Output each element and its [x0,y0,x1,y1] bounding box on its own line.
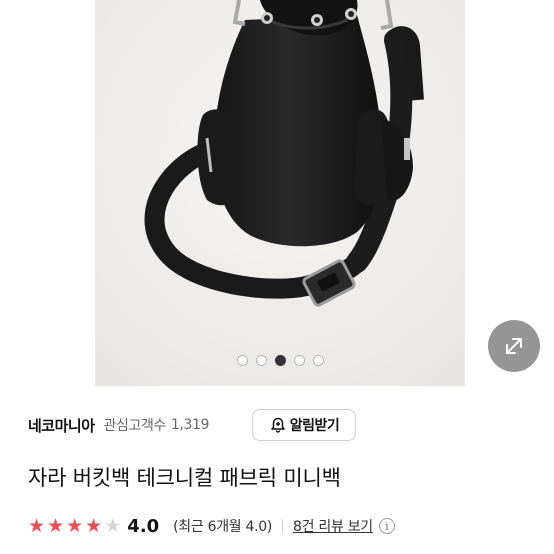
info-icon[interactable]: i [378,518,395,534]
product-title: 자라 버킷백 테크니컬 패브릭 미니백 [28,466,341,490]
alert-subscribe-button[interactable]: 알림받기 [252,409,356,441]
star-filled-icon: ★ [28,514,46,537]
product-image-gallery[interactable] [95,0,465,386]
product-photo [95,0,465,386]
alert-button-label: 알림받기 [289,418,340,434]
expand-image-button[interactable] [488,320,540,372]
recent-rating: (최근 6개월 4.0) [173,519,273,535]
view-reviews-link[interactable]: 8건 리뷰 보기 [293,516,373,536]
rating-value: 4.0 [127,515,160,537]
gallery-dot-4[interactable] [293,354,305,366]
gallery-dot-3-active[interactable] [274,354,286,366]
followers-label: 관심고객수 [103,418,167,434]
gallery-dot-5[interactable] [312,354,324,366]
gallery-dot-1[interactable] [236,354,248,366]
followers-count: 1,319 [170,417,210,433]
star-filled-icon: ★ [66,514,84,537]
expand-arrows-icon [506,338,522,354]
seller-info: 네코마니아 관심고객수 1,319 [28,410,209,440]
rating-stars: ★ ★ ★ ★ ★ [28,514,122,537]
rating-summary: ★ ★ ★ ★ ★ 4.0 (최근 6개월 4.0) 8건 리뷰 보기 i [28,514,395,538]
divider [282,519,284,533]
seller-name[interactable]: 네코마니아 [28,415,95,436]
star-filled-icon: ★ [47,514,65,537]
gallery-pagination[interactable] [95,352,465,368]
star-filled-icon: ★ [85,514,103,537]
gallery-dot-2[interactable] [255,354,267,366]
star-empty-icon: ★ [104,514,122,537]
bell-plus-icon [270,417,285,433]
